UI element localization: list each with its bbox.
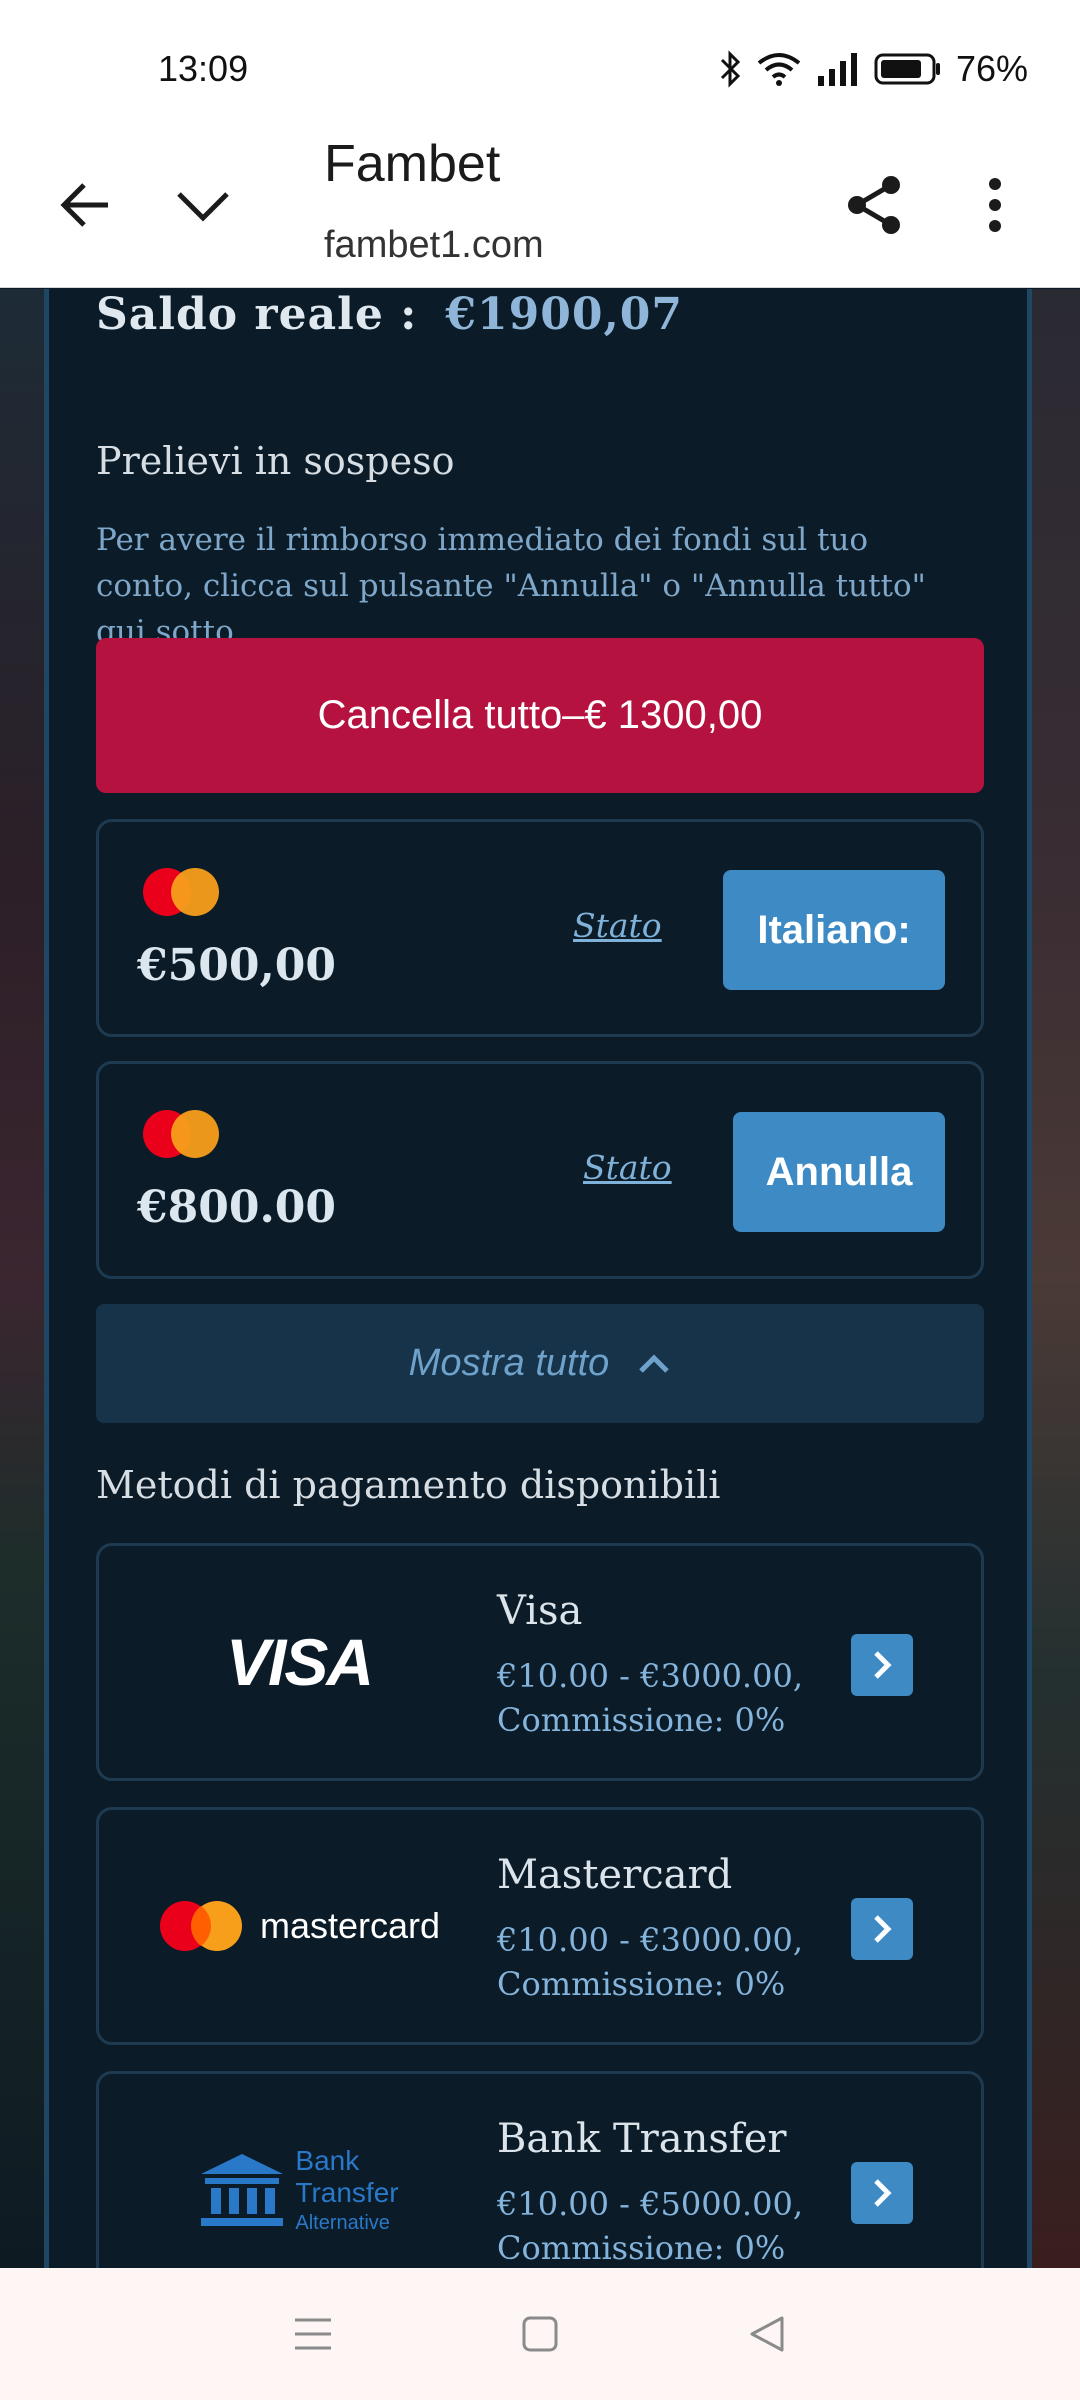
recent-apps-button[interactable] xyxy=(273,2294,353,2374)
pending-info-text: Per avere il rimborso immediato dei fond… xyxy=(96,522,926,650)
system-back-button[interactable] xyxy=(727,2294,807,2374)
share-button[interactable] xyxy=(830,160,920,250)
payment-method-bank-transfer[interactable]: Bank Transfer Alternative Bank Transfer … xyxy=(96,2071,984,2268)
browser-header: Fambet fambet1.com xyxy=(0,130,1080,288)
payment-method-range: €10.00 - €3000.00, xyxy=(497,1921,803,1959)
select-method-button[interactable] xyxy=(851,1634,913,1696)
status-icons: 76% xyxy=(718,48,1028,90)
withdrawal-card: €500,00 Stato Italiano: xyxy=(96,819,984,1037)
balance-label: Saldo reale : xyxy=(96,289,418,340)
visa-logo: VISA xyxy=(139,1546,459,1778)
payment-method-mastercard[interactable]: mastercard Mastercard €10.00 - €3000.00,… xyxy=(96,1807,984,2045)
battery-level: 76% xyxy=(955,48,1028,89)
triangle-back-icon xyxy=(750,2316,784,2352)
select-method-button[interactable] xyxy=(851,1898,913,1960)
mastercard-icon xyxy=(159,1901,242,1951)
mastercard-logo: mastercard xyxy=(139,1810,459,2042)
cancel-all-button[interactable]: Cancella tutto–€ 1300,00 xyxy=(96,638,984,793)
real-balance: Saldo reale : €1900,07 xyxy=(96,289,683,340)
home-button[interactable] xyxy=(500,2294,580,2374)
visa-logo-text: VISA xyxy=(225,1625,374,1699)
mastercard-icon xyxy=(143,868,223,918)
square-icon xyxy=(522,2316,558,2352)
withdrawal-action-button[interactable]: Italiano: xyxy=(723,870,945,990)
bank-logo-text: Bank Transfer Alternative xyxy=(295,2145,399,2234)
chevron-right-icon xyxy=(874,1915,892,1943)
withdrawal-card: €800.00 Stato Annulla xyxy=(96,1061,984,1279)
status-link[interactable]: Stato xyxy=(583,1148,672,1187)
show-all-label: Mostra tutto xyxy=(408,1342,610,1384)
status-bar: 13:09 76% xyxy=(0,0,1080,130)
status-link[interactable]: Stato xyxy=(573,906,662,945)
background-art-right xyxy=(1032,289,1080,2268)
payment-methods-title: Metodi di pagamento disponibili xyxy=(96,1463,721,1507)
page-url: fambet1.com xyxy=(324,224,544,266)
payment-method-range: €10.00 - €3000.00, xyxy=(497,1657,803,1695)
page-title: Fambet xyxy=(324,135,501,193)
payment-method-commission: Commissione: 0% xyxy=(497,1965,786,2003)
wifi-icon xyxy=(757,53,801,86)
bluetooth-icon xyxy=(720,50,741,88)
arrow-left-icon xyxy=(60,183,108,227)
show-all-button[interactable]: Mostra tutto xyxy=(96,1304,984,1423)
bank-icon xyxy=(201,2154,284,2226)
share-icon xyxy=(848,176,900,234)
chevron-up-icon xyxy=(639,1353,670,1373)
back-button[interactable] xyxy=(40,160,130,250)
chevron-right-icon xyxy=(874,1651,892,1679)
payment-method-name: Bank Transfer xyxy=(497,2116,787,2162)
menu-icon xyxy=(295,2318,332,2350)
chevron-right-icon xyxy=(874,2179,892,2207)
withdrawal-amount: €500,00 xyxy=(137,940,337,991)
battery-icon xyxy=(874,53,940,85)
payment-method-limits: €10.00 - €5000.00, Commissione: 0% xyxy=(497,2182,803,2268)
mastercard-logo-text: mastercard xyxy=(259,1905,441,1946)
payment-method-commission: Commissione: 0% xyxy=(497,2229,786,2267)
status-time: 13:09 xyxy=(158,48,249,89)
system-navigation-bar xyxy=(0,2268,1080,2400)
more-vertical-icon xyxy=(989,178,1001,232)
signal-icon xyxy=(817,53,857,86)
cancel-withdrawal-button[interactable]: Annulla xyxy=(733,1112,945,1232)
payment-method-commission: Commissione: 0% xyxy=(497,1701,786,1739)
payment-method-limits: €10.00 - €3000.00, Commissione: 0% xyxy=(497,1918,803,2006)
payment-method-name: Visa xyxy=(497,1588,583,1634)
background-art-left xyxy=(0,289,48,2268)
bank-transfer-logo: Bank Transfer Alternative xyxy=(139,2074,459,2268)
withdrawal-amount: €800.00 xyxy=(137,1182,337,1233)
more-options-button[interactable] xyxy=(950,160,1040,250)
mastercard-icon xyxy=(143,1110,223,1160)
pending-withdrawals-title: Prelievi in sospeso xyxy=(96,439,455,483)
chevron-down-icon xyxy=(177,192,229,222)
payment-method-limits: €10.00 - €3000.00, Commissione: 0% xyxy=(497,1654,803,1742)
payment-method-name: Mastercard xyxy=(497,1852,733,1898)
balance-amount: €1900,07 xyxy=(445,289,684,340)
payment-method-range: €10.00 - €5000.00, xyxy=(497,2185,803,2223)
select-method-button[interactable] xyxy=(851,2162,913,2224)
web-content: Saldo reale : €1900,07 Prelievi in sospes… xyxy=(0,289,1080,2268)
payment-method-visa[interactable]: VISA Visa €10.00 - €3000.00, Commissione… xyxy=(96,1543,984,1781)
minimize-button[interactable] xyxy=(158,160,248,250)
